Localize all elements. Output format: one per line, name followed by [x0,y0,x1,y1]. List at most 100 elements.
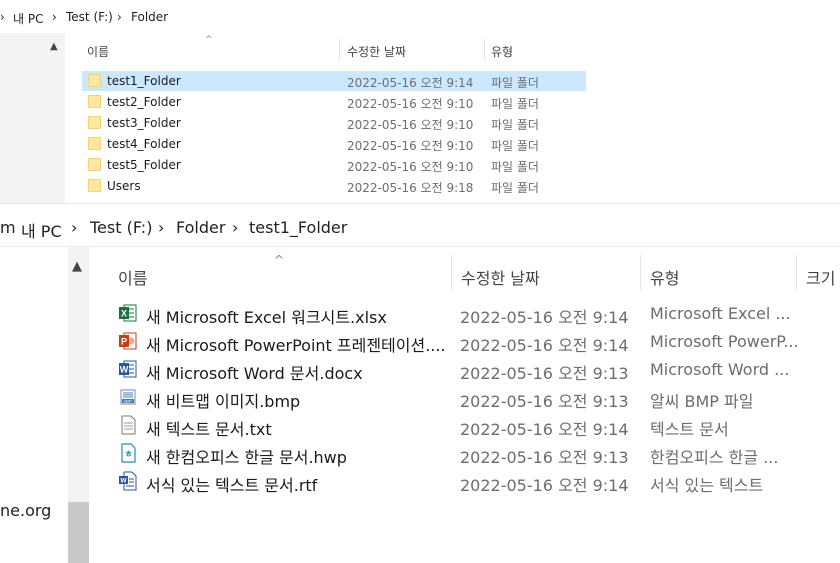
excel-icon: X [119,304,137,322]
column-divider [796,255,797,291]
bottom-breadcrumb: m 내 PC › Test (F:) › Folder › test1_Fold… [0,210,840,247]
rtf-icon: W [119,471,137,491]
svg-text:P: P [121,337,127,347]
list-item[interactable]: Users 2022-05-16 오전 9:18 파일 폴더 [82,176,586,196]
breadcrumb-item-folder[interactable]: Folder [176,218,225,237]
item-name: test1_Folder [107,74,181,88]
item-type: 파일 폴더 [491,118,539,132]
folder-icon [88,95,101,108]
svg-text:ㅎ: ㅎ [124,450,132,460]
item-type: Microsoft Word ... [650,360,790,379]
list-item[interactable]: 새 텍스트 문서.txt 2022-05-16 오전 9:14 텍스트 문서 [112,411,840,439]
window-separator [0,203,840,210]
bottom-file-list: ▲ ne.org ^ 이름 수정한 날짜 유형 크기 X 새 Microsoft… [0,247,840,563]
item-modified: 2022-05-16 오전 9:14 [347,76,474,90]
chevron-right-icon: › [158,218,165,237]
item-type: 한컴오피스 한글 ... [650,448,779,467]
list-item[interactable]: test3_Folder 2022-05-16 오전 9:10 파일 폴더 [82,113,586,133]
item-modified: 2022-05-16 오전 9:13 [460,392,629,411]
item-name: 새 텍스트 문서.txt [146,420,272,439]
item-modified: 2022-05-16 오전 9:10 [347,139,474,153]
folder-icon [88,116,101,129]
scrollbar-thumb[interactable] [68,502,89,563]
list-item[interactable]: BMP 새 비트맵 이미지.bmp 2022-05-16 오전 9:13 알씨 … [112,383,840,411]
word-icon: W [119,360,137,378]
item-name: 새 비트맵 이미지.bmp [146,392,301,411]
item-name: test3_Folder [107,116,181,130]
column-divider [640,255,641,291]
column-divider [484,39,485,61]
item-type: 텍스트 문서 [650,420,729,439]
navigation-item[interactable]: ne.org [0,501,51,520]
list-item[interactable]: test4_Folder 2022-05-16 오전 9:10 파일 폴더 [82,134,586,154]
column-header-modified[interactable]: 수정한 날짜 [347,43,406,60]
item-name: Users [107,179,141,193]
item-name: 새 한컴오피스 한글 문서.hwp [146,448,347,467]
item-type: Microsoft Excel ... [650,304,791,323]
column-header-type[interactable]: 유형 [650,265,679,289]
item-type: 파일 폴더 [491,76,539,90]
powerpoint-icon: P [119,332,137,350]
folder-icon [88,179,101,192]
list-item[interactable]: ㅎ 새 한컴오피스 한글 문서.hwp 2022-05-16 오전 9:13 한… [112,439,840,467]
sort-ascending-icon: ^ [274,253,285,267]
chevron-right-icon: › [0,10,5,24]
item-modified: 2022-05-16 오전 9:14 [460,420,629,439]
item-type: 서식 있는 텍스트 [650,476,764,495]
hwp-icon: ㅎ [121,443,136,463]
item-name: 새 Microsoft Word 문서.docx [146,364,363,383]
item-modified: 2022-05-16 오전 9:13 [460,364,629,383]
chevron-right-icon: › [52,10,57,24]
list-item[interactable]: X 새 Microsoft Excel 워크시트.xlsx 2022-05-16… [112,299,840,327]
item-name: test2_Folder [107,95,181,109]
folder-icon [88,158,101,171]
breadcrumb-item-drive[interactable]: Test (F:) [90,218,152,237]
item-name: 새 Microsoft Excel 워크시트.xlsx [146,308,387,327]
breadcrumb-item-subfolder[interactable]: test1_Folder [249,218,347,237]
folder-icon [88,137,101,150]
item-name: 새 Microsoft PowerPoint 프레젠테이션.... [146,336,446,355]
breadcrumb-item-this-pc[interactable]: 내 PC [21,218,62,242]
item-modified: 2022-05-16 오전 9:10 [347,97,474,111]
list-item[interactable]: test5_Folder 2022-05-16 오전 9:10 파일 폴더 [82,155,586,175]
list-item[interactable]: test2_Folder 2022-05-16 오전 9:10 파일 폴더 [82,92,586,112]
top-file-list: ▲ ^ 이름 수정한 날짜 유형 test1_Folder 2022-05-16… [0,33,586,203]
item-type: Microsoft PowerP... [650,332,799,351]
breadcrumb-partial-item: m [0,218,16,237]
breadcrumb-item-this-pc[interactable]: 내 PC [13,10,43,27]
svg-text:W: W [120,365,129,375]
item-type: 파일 폴더 [491,181,539,195]
item-modified: 2022-05-16 오전 9:14 [460,336,629,355]
scroll-up-icon[interactable]: ▲ [72,259,82,274]
breadcrumb-item-folder[interactable]: Folder [131,10,168,24]
item-type: 파일 폴더 [491,160,539,174]
list-item[interactable]: W 새 Microsoft Word 문서.docx 2022-05-16 오전… [112,355,840,383]
item-name: test5_Folder [107,158,181,172]
svg-text:BMP: BMP [124,400,132,404]
chevron-right-icon: › [232,218,239,237]
item-modified: 2022-05-16 오전 9:13 [460,448,629,467]
list-item[interactable]: P 새 Microsoft PowerPoint 프레젠테이션.... 2022… [112,327,840,355]
top-breadcrumb: › 내 PC › Test (F:) › Folder [0,0,586,33]
breadcrumb-item-drive[interactable]: Test (F:) [66,10,113,24]
column-header-size[interactable]: 크기 [806,265,835,289]
item-type: 알씨 BMP 파일 [650,392,754,411]
column-header-name[interactable]: 이름 [118,265,147,289]
text-file-icon [121,415,136,435]
column-header-type[interactable]: 유형 [491,43,513,60]
item-modified: 2022-05-16 오전 9:14 [460,308,629,327]
folder-icon [88,74,101,87]
item-name: test4_Folder [107,137,181,151]
bitmap-icon: BMP [120,389,136,405]
item-type: 파일 폴더 [491,97,539,111]
column-divider [339,39,340,61]
list-item[interactable]: W 서식 있는 텍스트 문서.rtf 2022-05-16 오전 9:14 서식… [112,467,840,495]
column-divider [451,255,452,291]
item-type: 파일 폴더 [491,139,539,153]
list-item[interactable]: test1_Folder 2022-05-16 오전 9:14 파일 폴더 [82,71,586,91]
item-modified: 2022-05-16 오전 9:10 [347,118,474,132]
column-header-modified[interactable]: 수정한 날짜 [461,265,540,289]
svg-text:X: X [121,309,127,319]
scroll-up-icon[interactable]: ▲ [50,41,58,52]
column-header-name[interactable]: 이름 [87,43,109,60]
